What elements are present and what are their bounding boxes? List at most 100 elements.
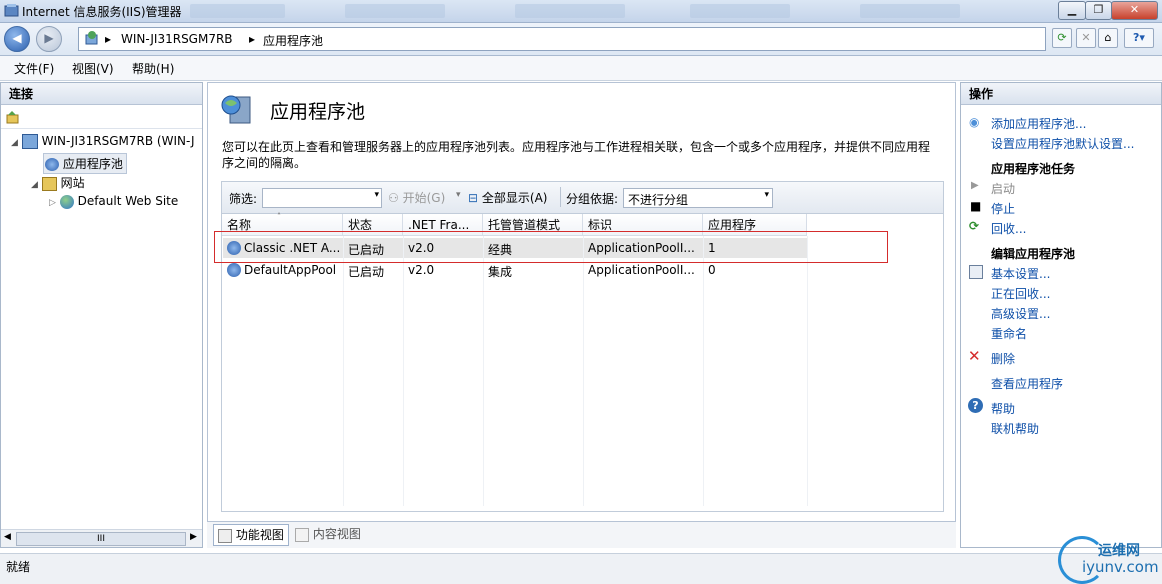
main-content: 应用程序池 您可以在此页上查看和管理服务器上的应用程序池列表。应用程序池与工作进… xyxy=(207,82,956,548)
navigation-bar: ◀ ▶ ▸ WIN-JI31RSGM7RB ▸ 应用程序池 ⟳ ✕ ⌂ ?▾ xyxy=(0,23,1162,56)
dropdown-arrow-icon[interactable]: ▾ xyxy=(764,190,769,200)
help-link[interactable]: 帮助 xyxy=(991,400,1015,417)
sort-ascending-icon: ˄ xyxy=(277,212,281,221)
iis-app-icon xyxy=(4,4,19,17)
highlight-box xyxy=(214,231,888,263)
expand-icon[interactable]: ▷ xyxy=(49,198,56,208)
watermark-line1: 运维网 xyxy=(1098,543,1140,559)
add-app-pool-icon: ◉ xyxy=(969,115,980,129)
help-icon[interactable]: ?▾ xyxy=(1124,28,1154,48)
cell-status: 已启动 xyxy=(348,265,385,279)
tree-default-site-label: Default Web Site xyxy=(77,194,179,208)
show-all-button[interactable]: ⊟ 全部显示(A) xyxy=(468,189,547,206)
add-app-pool-link[interactable]: 添加应用程序池... xyxy=(991,115,1086,132)
background-taskbar-ghost xyxy=(345,4,445,18)
background-taskbar-ghost xyxy=(190,4,285,18)
address-separator: ▸ xyxy=(249,32,256,46)
connections-header: 连接 xyxy=(1,83,202,105)
actions-panel: 操作 ◉ 添加应用程序池... 设置应用程序池默认设置... 应用程序池任务 ▶… xyxy=(960,82,1162,548)
minimize-button[interactable]: ▁ xyxy=(1058,1,1086,20)
horizontal-scrollbar[interactable]: ◀ III ▶ xyxy=(1,529,202,547)
collapse-icon[interactable]: ◢ xyxy=(31,180,38,190)
tab-features-view[interactable]: 功能视图 xyxy=(213,524,289,546)
delete-icon: ✕ xyxy=(968,347,981,365)
scroll-right-icon[interactable]: ▶ xyxy=(190,532,197,542)
connections-panel: 连接 ◢ WIN-JI31RSGM7RB (WIN-J 应用程序池 ◢ 网站 ▷… xyxy=(0,82,203,548)
rename-link[interactable]: 重命名 xyxy=(991,325,1027,342)
status-text: 就绪 xyxy=(6,560,31,574)
grid-toolbar: 筛选: ▾ ⚇ 开始(G) ▾ ⊟ 全部显示(A) 分组依据: 不进行分组 ▾ xyxy=(221,181,944,214)
column-divider xyxy=(703,236,704,506)
stop-link[interactable]: 停止 xyxy=(991,200,1015,217)
address-separator: ▸ xyxy=(105,32,112,46)
online-help-link[interactable]: 联机帮助 xyxy=(991,420,1039,437)
column-divider xyxy=(403,236,404,506)
title-bar: Internet 信息服务(IIS)管理器 ▁ ❐ ✕ xyxy=(0,0,1162,23)
tab-content-view[interactable]: 内容视图 xyxy=(291,524,365,544)
cell-net-version: v2.0 xyxy=(408,263,435,277)
set-defaults-link[interactable]: 设置应用程序池默认设置... xyxy=(991,135,1134,152)
delete-link[interactable]: 删除 xyxy=(991,350,1015,367)
breadcrumb-page[interactable]: 应用程序池 xyxy=(263,32,323,49)
close-button[interactable]: ✕ xyxy=(1111,1,1158,20)
tree-app-pools-node[interactable]: 应用程序池 xyxy=(43,153,127,174)
tree-app-pools-label: 应用程序池 xyxy=(62,157,123,171)
filter-input[interactable]: ▾ xyxy=(262,188,382,208)
page-description: 您可以在此页上查看和管理服务器上的应用程序池列表。应用程序池与工作进程相关联，包… xyxy=(222,140,931,170)
group-by-value: 不进行分组 xyxy=(628,193,689,207)
forward-button[interactable]: ▶ xyxy=(36,26,62,52)
app-pool-icon xyxy=(45,158,59,171)
app-pool-icon xyxy=(227,263,241,277)
breadcrumb-server[interactable]: WIN-JI31RSGM7RB xyxy=(121,32,233,46)
features-view-icon xyxy=(218,528,232,543)
menu-view[interactable]: 视图(V) xyxy=(72,60,114,77)
start-filter-label: 开始(G) xyxy=(402,191,446,205)
stop-icon[interactable]: ✕ xyxy=(1076,28,1096,48)
collapse-icon[interactable]: ◢ xyxy=(11,138,18,148)
basic-settings-icon xyxy=(969,265,983,279)
scroll-left-icon[interactable]: ◀ xyxy=(4,532,11,542)
start-filter-button[interactable]: ⚇ 开始(G) xyxy=(388,189,445,206)
cell-pipeline: 集成 xyxy=(488,265,513,279)
tree-sites-node[interactable]: ◢ 网站 xyxy=(31,174,85,191)
dropdown-arrow-icon[interactable]: ▾ xyxy=(456,190,461,200)
maximize-button[interactable]: ❐ xyxy=(1085,1,1112,20)
column-divider xyxy=(583,236,584,506)
column-divider xyxy=(483,236,484,506)
group-by-select[interactable]: 不进行分组 ▾ xyxy=(623,188,773,208)
menu-file[interactable]: 文件(F) xyxy=(14,60,54,77)
start-link[interactable]: 启动 xyxy=(991,180,1015,197)
server-icon xyxy=(85,31,98,45)
menu-help[interactable]: 帮助(H) xyxy=(132,60,174,77)
show-all-icon: ⊟ xyxy=(468,191,479,205)
dropdown-arrow-icon[interactable]: ▾ xyxy=(374,190,379,200)
basic-settings-link[interactable]: 基本设置... xyxy=(991,265,1050,282)
tree-server-node[interactable]: ◢ WIN-JI31RSGM7RB (WIN-J xyxy=(11,134,195,149)
page-title: 应用程序池 xyxy=(270,101,366,123)
recycling-link[interactable]: 正在回收... xyxy=(991,285,1050,302)
filter-label: 筛选: xyxy=(229,192,258,206)
content-view-icon xyxy=(295,527,309,542)
tree-default-site-node[interactable]: ▷ Default Web Site xyxy=(49,194,178,209)
advanced-settings-link[interactable]: 高级设置... xyxy=(991,305,1050,322)
table-row[interactable]: DefaultAppPool 已启动 v2.0 集成 ApplicationPo… xyxy=(223,260,807,280)
address-bar[interactable]: ▸ WIN-JI31RSGM7RB ▸ 应用程序池 xyxy=(78,27,1046,51)
group-by-label: 分组依据: xyxy=(566,192,619,206)
server-icon xyxy=(21,134,38,149)
background-taskbar-ghost xyxy=(515,4,625,18)
help-icon: ? xyxy=(968,398,983,413)
cell-name: DefaultAppPool xyxy=(244,263,337,277)
back-button[interactable]: ◀ xyxy=(4,26,30,52)
background-taskbar-ghost xyxy=(860,4,960,18)
tab-content-label: 内容视图 xyxy=(312,527,361,541)
home-icon[interactable]: ⌂ xyxy=(1098,28,1118,48)
refresh-icon[interactable]: ⟳ xyxy=(1052,28,1072,48)
toolbar-divider xyxy=(560,187,561,207)
view-apps-link[interactable]: 查看应用程序 xyxy=(991,375,1063,392)
scroll-thumb[interactable]: III xyxy=(16,532,186,546)
tree-sites-label: 网站 xyxy=(60,176,85,190)
window-title: Internet 信息服务(IIS)管理器 xyxy=(22,5,182,19)
connect-icon[interactable] xyxy=(6,110,20,124)
tree-server-label: WIN-JI31RSGM7RB (WIN-J xyxy=(41,134,195,148)
recycle-link[interactable]: 回收... xyxy=(991,220,1026,237)
